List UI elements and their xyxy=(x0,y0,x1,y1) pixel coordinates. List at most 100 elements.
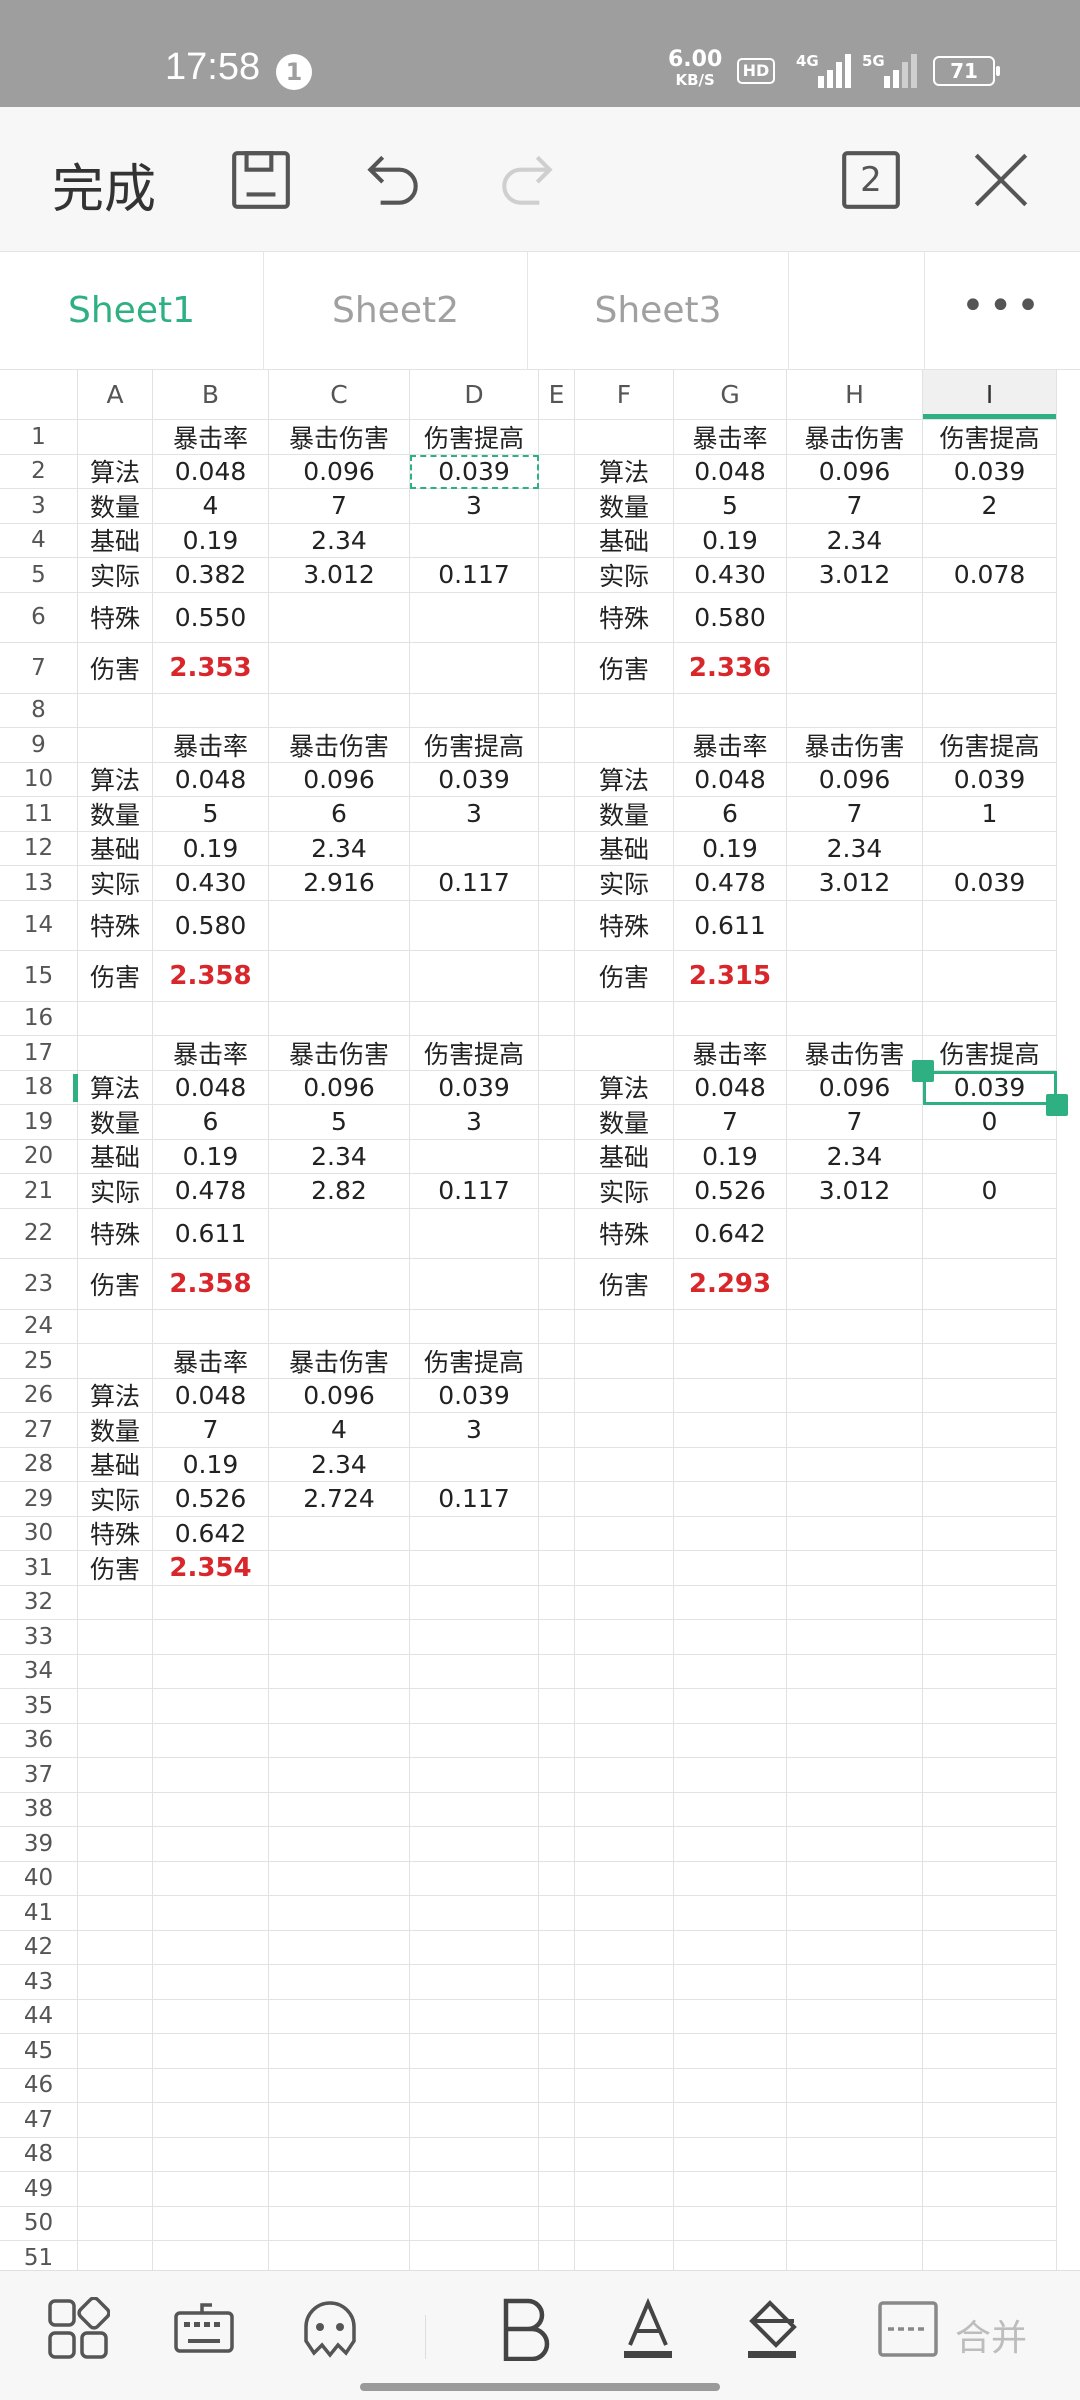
cell-f9[interactable] xyxy=(575,728,674,763)
cell-i11[interactable]: 1 xyxy=(923,797,1057,832)
cell-e26[interactable] xyxy=(539,1378,575,1413)
cell-e30[interactable] xyxy=(539,1516,575,1551)
cell-i25[interactable] xyxy=(923,1344,1057,1379)
cell-e22[interactable] xyxy=(539,1208,575,1259)
cell-c1[interactable]: 暴击伤害 xyxy=(269,420,410,455)
row-header-1[interactable]: 1 xyxy=(0,420,78,455)
cell-b29[interactable]: 0.526 xyxy=(153,1482,269,1517)
cell-c48[interactable] xyxy=(269,2137,410,2172)
cell-e32[interactable] xyxy=(539,1585,575,1620)
cell-d36[interactable] xyxy=(410,1723,539,1758)
cell-f25[interactable] xyxy=(575,1344,674,1379)
cell-h12[interactable]: 2.34 xyxy=(787,831,923,866)
row-header-47[interactable]: 47 xyxy=(0,2103,78,2138)
cell-d10[interactable]: 0.039 xyxy=(410,762,539,797)
row-header-35[interactable]: 35 xyxy=(0,1689,78,1724)
cell-d24[interactable] xyxy=(410,1309,539,1344)
cell-d3[interactable]: 3 xyxy=(410,489,539,524)
cell-d35[interactable] xyxy=(410,1689,539,1724)
cell-f27[interactable] xyxy=(575,1413,674,1448)
cell-d5[interactable]: 0.117 xyxy=(410,558,539,593)
cell-g43[interactable] xyxy=(674,1965,787,2000)
cell-i26[interactable] xyxy=(923,1378,1057,1413)
cell-b18[interactable]: 0.048 xyxy=(153,1070,269,1105)
cell-b6[interactable]: 0.550 xyxy=(153,592,269,643)
cell-e11[interactable] xyxy=(539,797,575,832)
cell-e7[interactable] xyxy=(539,642,575,694)
cell-c20[interactable]: 2.34 xyxy=(269,1139,410,1174)
cell-a30[interactable]: 特殊 xyxy=(78,1516,153,1551)
cell-i41[interactable] xyxy=(923,1896,1057,1931)
cell-b33[interactable] xyxy=(153,1620,269,1655)
cell-c36[interactable] xyxy=(269,1723,410,1758)
cell-g38[interactable] xyxy=(674,1792,787,1827)
cell-c4[interactable]: 2.34 xyxy=(269,523,410,558)
cell-h26[interactable] xyxy=(787,1378,923,1413)
cell-e5[interactable] xyxy=(539,558,575,593)
cell-e3[interactable] xyxy=(539,489,575,524)
cell-b27[interactable]: 7 xyxy=(153,1413,269,1448)
cell-a50[interactable] xyxy=(78,2206,153,2241)
cell-h45[interactable] xyxy=(787,2034,923,2069)
cell-c27[interactable]: 4 xyxy=(269,1413,410,1448)
cell-h17[interactable]: 暴击伤害 xyxy=(787,1036,923,1071)
cell-e16[interactable] xyxy=(539,1001,575,1036)
cell-e25[interactable] xyxy=(539,1344,575,1379)
cell-f45[interactable] xyxy=(575,2034,674,2069)
row-header-50[interactable]: 50 xyxy=(0,2206,78,2241)
cell-h9[interactable]: 暴击伤害 xyxy=(787,728,923,763)
cell-f33[interactable] xyxy=(575,1620,674,1655)
cell-c17[interactable]: 暴击伤害 xyxy=(269,1036,410,1071)
cell-i1[interactable]: 伤害提高 xyxy=(923,420,1057,455)
cell-g46[interactable] xyxy=(674,2068,787,2103)
cell-d18[interactable]: 0.039 xyxy=(410,1070,539,1105)
cell-b2[interactable]: 0.048 xyxy=(153,454,269,489)
cell-b40[interactable] xyxy=(153,1861,269,1896)
column-header-e[interactable]: E xyxy=(539,370,575,420)
cell-a36[interactable] xyxy=(78,1723,153,1758)
cell-b51[interactable] xyxy=(153,2241,269,2270)
cell-c43[interactable] xyxy=(269,1965,410,2000)
cell-c26[interactable]: 0.096 xyxy=(269,1378,410,1413)
cell-f30[interactable] xyxy=(575,1516,674,1551)
cell-e29[interactable] xyxy=(539,1482,575,1517)
cell-i35[interactable] xyxy=(923,1689,1057,1724)
cell-c19[interactable]: 5 xyxy=(269,1105,410,1140)
cell-g44[interactable] xyxy=(674,1999,787,2034)
cell-b46[interactable] xyxy=(153,2068,269,2103)
cell-d47[interactable] xyxy=(410,2103,539,2138)
column-header-d[interactable]: D xyxy=(410,370,539,420)
cell-c46[interactable] xyxy=(269,2068,410,2103)
cell-b15[interactable]: 2.358 xyxy=(153,950,269,1002)
cell-d28[interactable] xyxy=(410,1447,539,1482)
cell-c45[interactable] xyxy=(269,2034,410,2069)
font-color-icon[interactable] xyxy=(616,2297,680,2361)
cell-e34[interactable] xyxy=(539,1654,575,1689)
cell-b41[interactable] xyxy=(153,1896,269,1931)
cell-i50[interactable] xyxy=(923,2206,1057,2241)
cell-f50[interactable] xyxy=(575,2206,674,2241)
cell-a11[interactable]: 数量 xyxy=(78,797,153,832)
cell-h27[interactable] xyxy=(787,1413,923,1448)
cell-g14[interactable]: 0.611 xyxy=(674,900,787,951)
cell-f21[interactable]: 实际 xyxy=(575,1174,674,1209)
row-header-49[interactable]: 49 xyxy=(0,2172,78,2207)
cell-f28[interactable] xyxy=(575,1447,674,1482)
cell-a32[interactable] xyxy=(78,1585,153,1620)
cell-f47[interactable] xyxy=(575,2103,674,2138)
cell-e8[interactable] xyxy=(539,693,575,728)
cell-f49[interactable] xyxy=(575,2172,674,2207)
cell-f22[interactable]: 特殊 xyxy=(575,1208,674,1259)
redo-icon[interactable] xyxy=(494,147,560,213)
cell-h6[interactable] xyxy=(787,592,923,643)
cell-b26[interactable]: 0.048 xyxy=(153,1378,269,1413)
cell-b17[interactable]: 暴击率 xyxy=(153,1036,269,1071)
cell-i23[interactable] xyxy=(923,1258,1057,1310)
cell-c24[interactable] xyxy=(269,1309,410,1344)
cell-i9[interactable]: 伤害提高 xyxy=(923,728,1057,763)
row-header-43[interactable]: 43 xyxy=(0,1965,78,2000)
cell-c16[interactable] xyxy=(269,1001,410,1036)
cell-b43[interactable] xyxy=(153,1965,269,2000)
cell-b49[interactable] xyxy=(153,2172,269,2207)
cell-b45[interactable] xyxy=(153,2034,269,2069)
